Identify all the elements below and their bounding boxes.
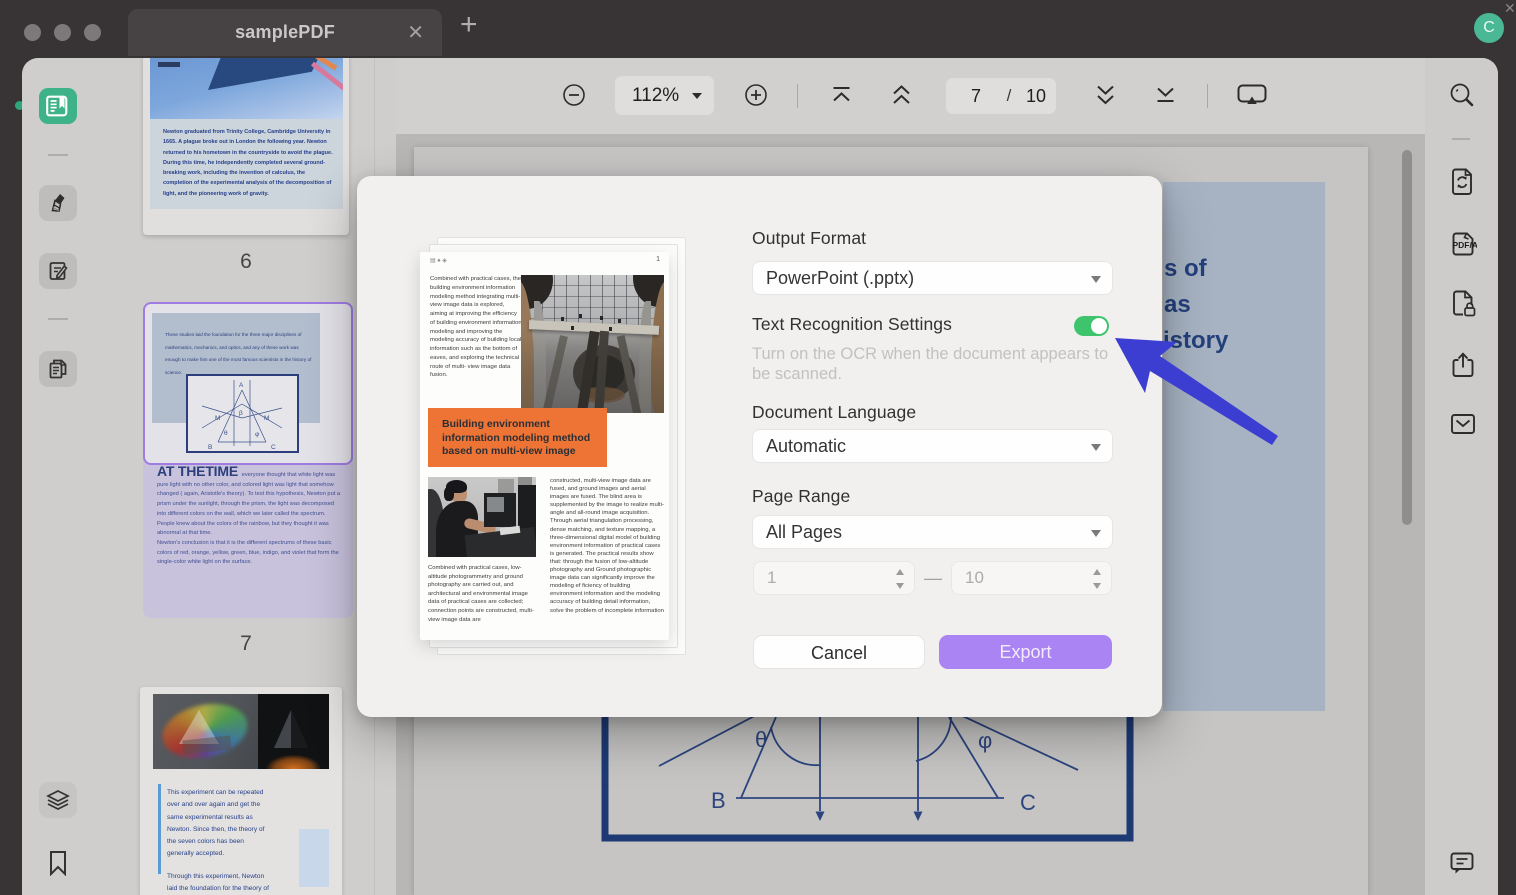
svg-text:C: C [1020,790,1036,815]
svg-text:A: A [239,382,244,389]
svg-text:M: M [215,415,220,422]
svg-text:β: β [239,410,243,417]
svg-text:C: C [271,444,276,451]
svg-text:θ: θ [224,430,228,437]
svg-text:φ: φ [978,728,992,753]
svg-text:PDF/A: PDF/A [1453,240,1478,250]
svg-text:B: B [208,444,212,451]
svg-text:φ: φ [255,431,259,438]
svg-text:θ: θ [755,727,767,752]
svg-text:M: M [264,415,269,422]
svg-text:B: B [711,788,726,813]
